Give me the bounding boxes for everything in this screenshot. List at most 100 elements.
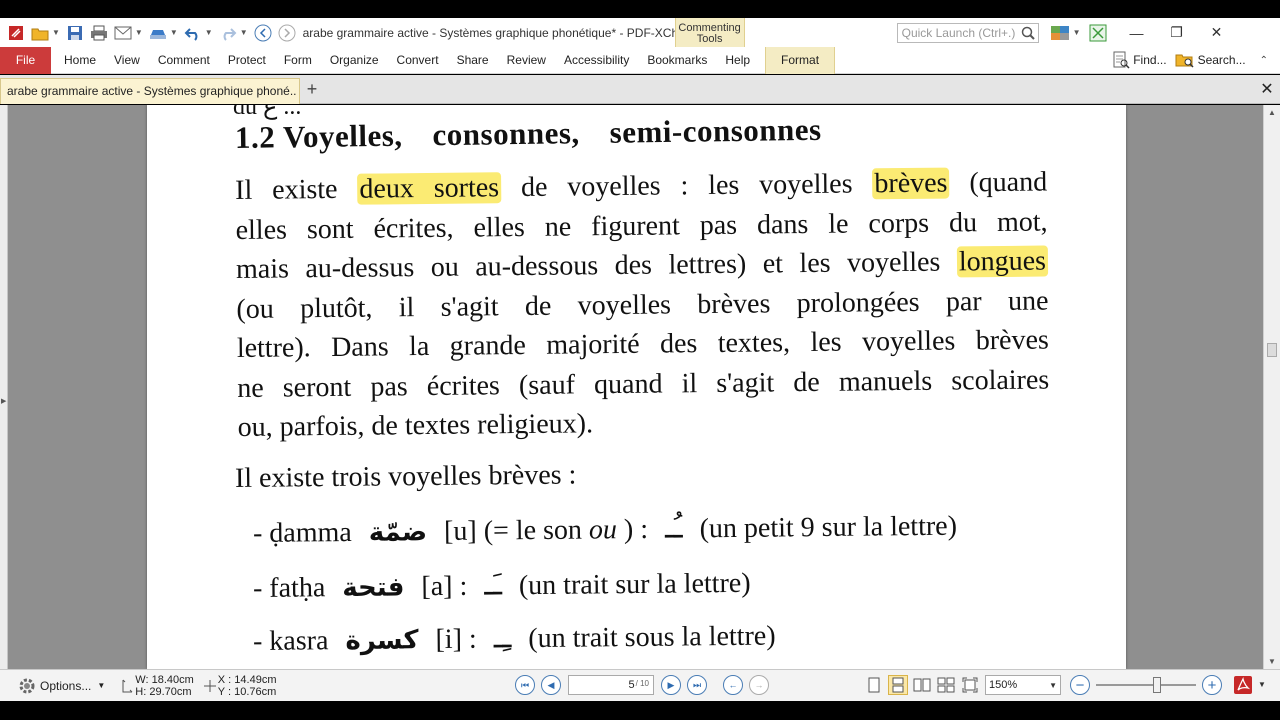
text-run: (quand (969, 166, 1048, 199)
menu-help[interactable]: Help (716, 47, 759, 74)
status-bar-dropdown-icon[interactable]: ▼ (1258, 680, 1266, 689)
page-navigation: ⏮ ◀ 5 / 10 ▶ ⏭ ← → (512, 675, 772, 695)
menu-view[interactable]: View (105, 47, 149, 74)
print-icon[interactable] (89, 23, 109, 43)
quick-access-toolbar: ▼ ▼ ▼ ▼ ▼ (0, 18, 299, 47)
document-tab[interactable]: arabe grammaire active - Systèmes graphi… (0, 78, 300, 104)
search-icon[interactable] (1021, 26, 1035, 43)
previous-view-button[interactable]: ← (723, 675, 743, 695)
vowel-arabic: كسرة (345, 625, 419, 657)
menu-right-tools: Find... Search... ⌃ (1104, 51, 1280, 69)
options-dropdown-icon[interactable]: ▼ (97, 681, 105, 690)
menu-format[interactable]: Format (765, 46, 836, 74)
continuous-facing-view-icon[interactable] (936, 675, 956, 695)
email-icon[interactable] (113, 23, 133, 43)
fullscreen-icon[interactable] (1087, 22, 1109, 44)
total-pages: / 10 (635, 678, 649, 688)
undo-icon[interactable] (183, 23, 203, 43)
next-view-button[interactable]: → (749, 675, 769, 695)
open-folder-icon[interactable] (30, 23, 50, 43)
email-dropdown-icon[interactable]: ▼ (135, 28, 143, 37)
restore-button[interactable]: ❐ (1157, 18, 1197, 47)
quick-launch-input[interactable]: Quick Launch (Ctrl+.) (896, 22, 1039, 43)
vowel-sound: [a] : (421, 570, 468, 603)
vowel-item-fatha: - fatḥa فتحة [a] : ـَـ (un trait sur la … (253, 565, 751, 605)
quick-launch-placeholder: Quick Launch (Ctrl+.) (901, 25, 1016, 40)
document-tab-bar: arabe grammaire active - Systèmes graphi… (0, 75, 1280, 104)
vowel-description: (un trait sur la lettre) (518, 567, 751, 602)
ui-options-dropdown-icon[interactable]: ▼ (1073, 28, 1081, 37)
close-window-button[interactable]: ✕ (1197, 18, 1237, 47)
scan-dropdown-icon[interactable]: ▼ (170, 28, 178, 37)
options-button[interactable]: Options... ▼ (18, 677, 105, 695)
continuous-view-icon[interactable] (888, 675, 908, 695)
vowel-name: - ḍamma (252, 516, 352, 549)
section-heading: 1.2 Voyelles, consonnes, semi-consonnes (235, 112, 822, 156)
forward-nav-icon[interactable] (277, 23, 297, 43)
zoom-in-button[interactable]: + (1202, 675, 1222, 695)
menu-accessibility[interactable]: Accessibility (555, 47, 638, 74)
vowel-sound-italic: ou (588, 514, 618, 546)
open-dropdown-icon[interactable]: ▼ (52, 28, 60, 37)
side-panel-collapsed[interactable]: ▶ (0, 105, 8, 669)
scrollbar-thumb[interactable] (1267, 343, 1277, 357)
expand-panel-icon[interactable]: ▶ (1, 397, 6, 405)
ui-options-icon[interactable] (1049, 22, 1071, 44)
pdf-logo-icon[interactable] (1233, 675, 1253, 695)
vertical-scrollbar[interactable]: ▲ ▼ (1263, 105, 1280, 669)
text-run: de voyelles : les voyelles (520, 168, 853, 204)
fit-page-icon[interactable] (960, 675, 980, 695)
scroll-down-icon[interactable]: ▼ (1268, 657, 1276, 666)
menu-share[interactable]: Share (448, 47, 498, 74)
single-page-view-icon[interactable] (864, 675, 884, 695)
menu-home[interactable]: Home (55, 47, 105, 74)
minimize-button[interactable]: — (1117, 18, 1157, 47)
crosshair-icon (203, 679, 216, 692)
title-bar-tools: ▼ — ❐ ✕ (1049, 18, 1237, 47)
next-page-button[interactable]: ▶ (661, 675, 681, 695)
file-menu-button[interactable]: File (0, 46, 51, 74)
body-paragraph: Il existe deux sortes de voyelles : les … (235, 162, 1050, 447)
save-icon[interactable] (65, 23, 85, 43)
highlight-breves[interactable]: brèves (872, 167, 950, 200)
text-run: mais au-dessus ou au-dessous des lettres… (235, 246, 941, 285)
redo-icon[interactable] (218, 23, 238, 43)
vowel-arabic: ضمّة (368, 517, 428, 548)
commenting-tools-context-tab[interactable]: Commenting Tools (674, 18, 745, 47)
menu-convert[interactable]: Convert (388, 47, 448, 74)
cursor-coordinates: X : 14.49cm Y : 10.76cm (203, 674, 276, 698)
last-page-button[interactable]: ⏭ (687, 675, 707, 695)
search-button[interactable]: Search... (1175, 51, 1246, 69)
new-tab-button[interactable]: + (302, 79, 322, 101)
heading-part-2: consonnes, (432, 115, 580, 153)
page-number-input[interactable]: 5 / 10 (568, 675, 654, 695)
first-page-button[interactable]: ⏮ (515, 675, 535, 695)
undo-dropdown-icon[interactable]: ▼ (205, 28, 213, 37)
ribbon-collapse-icon[interactable]: ⌃ (1260, 55, 1268, 66)
app-logo-icon (6, 23, 26, 43)
zoom-out-button[interactable]: − (1070, 675, 1090, 695)
zoom-level-select[interactable]: 150% ▼ (985, 675, 1061, 695)
scroll-up-icon[interactable]: ▲ (1268, 108, 1276, 117)
highlight-deux-sortes[interactable]: deux sortes (357, 172, 502, 205)
find-button[interactable]: Find... (1112, 51, 1167, 69)
menu-protect[interactable]: Protect (219, 47, 275, 74)
menu-review[interactable]: Review (498, 47, 555, 74)
vowel-arabic: فتحة (342, 572, 405, 604)
menu-comment[interactable]: Comment (149, 47, 219, 74)
document-workspace[interactable]: ▶ du ع ... 1.2 Voyelles, consonnes, semi-c… (0, 105, 1280, 669)
redo-dropdown-icon[interactable]: ▼ (240, 28, 248, 37)
facing-view-icon[interactable] (912, 675, 932, 695)
zoom-slider[interactable] (1096, 675, 1196, 695)
zoom-dropdown-icon[interactable]: ▼ (1049, 681, 1057, 690)
previous-page-button[interactable]: ◀ (541, 675, 561, 695)
menu-organize[interactable]: Organize (321, 47, 388, 74)
menu-form[interactable]: Form (275, 47, 321, 74)
close-document-button[interactable]: ✕ (1256, 79, 1278, 101)
back-nav-icon[interactable] (253, 23, 273, 43)
zoom-slider-handle[interactable] (1153, 677, 1161, 693)
highlight-longues[interactable]: longues (956, 245, 1049, 278)
menu-bookmarks[interactable]: Bookmarks (638, 47, 716, 74)
pdf-page[interactable]: du ع ... 1.2 Voyelles, consonnes, semi-con… (147, 105, 1126, 669)
scan-icon[interactable] (148, 23, 168, 43)
